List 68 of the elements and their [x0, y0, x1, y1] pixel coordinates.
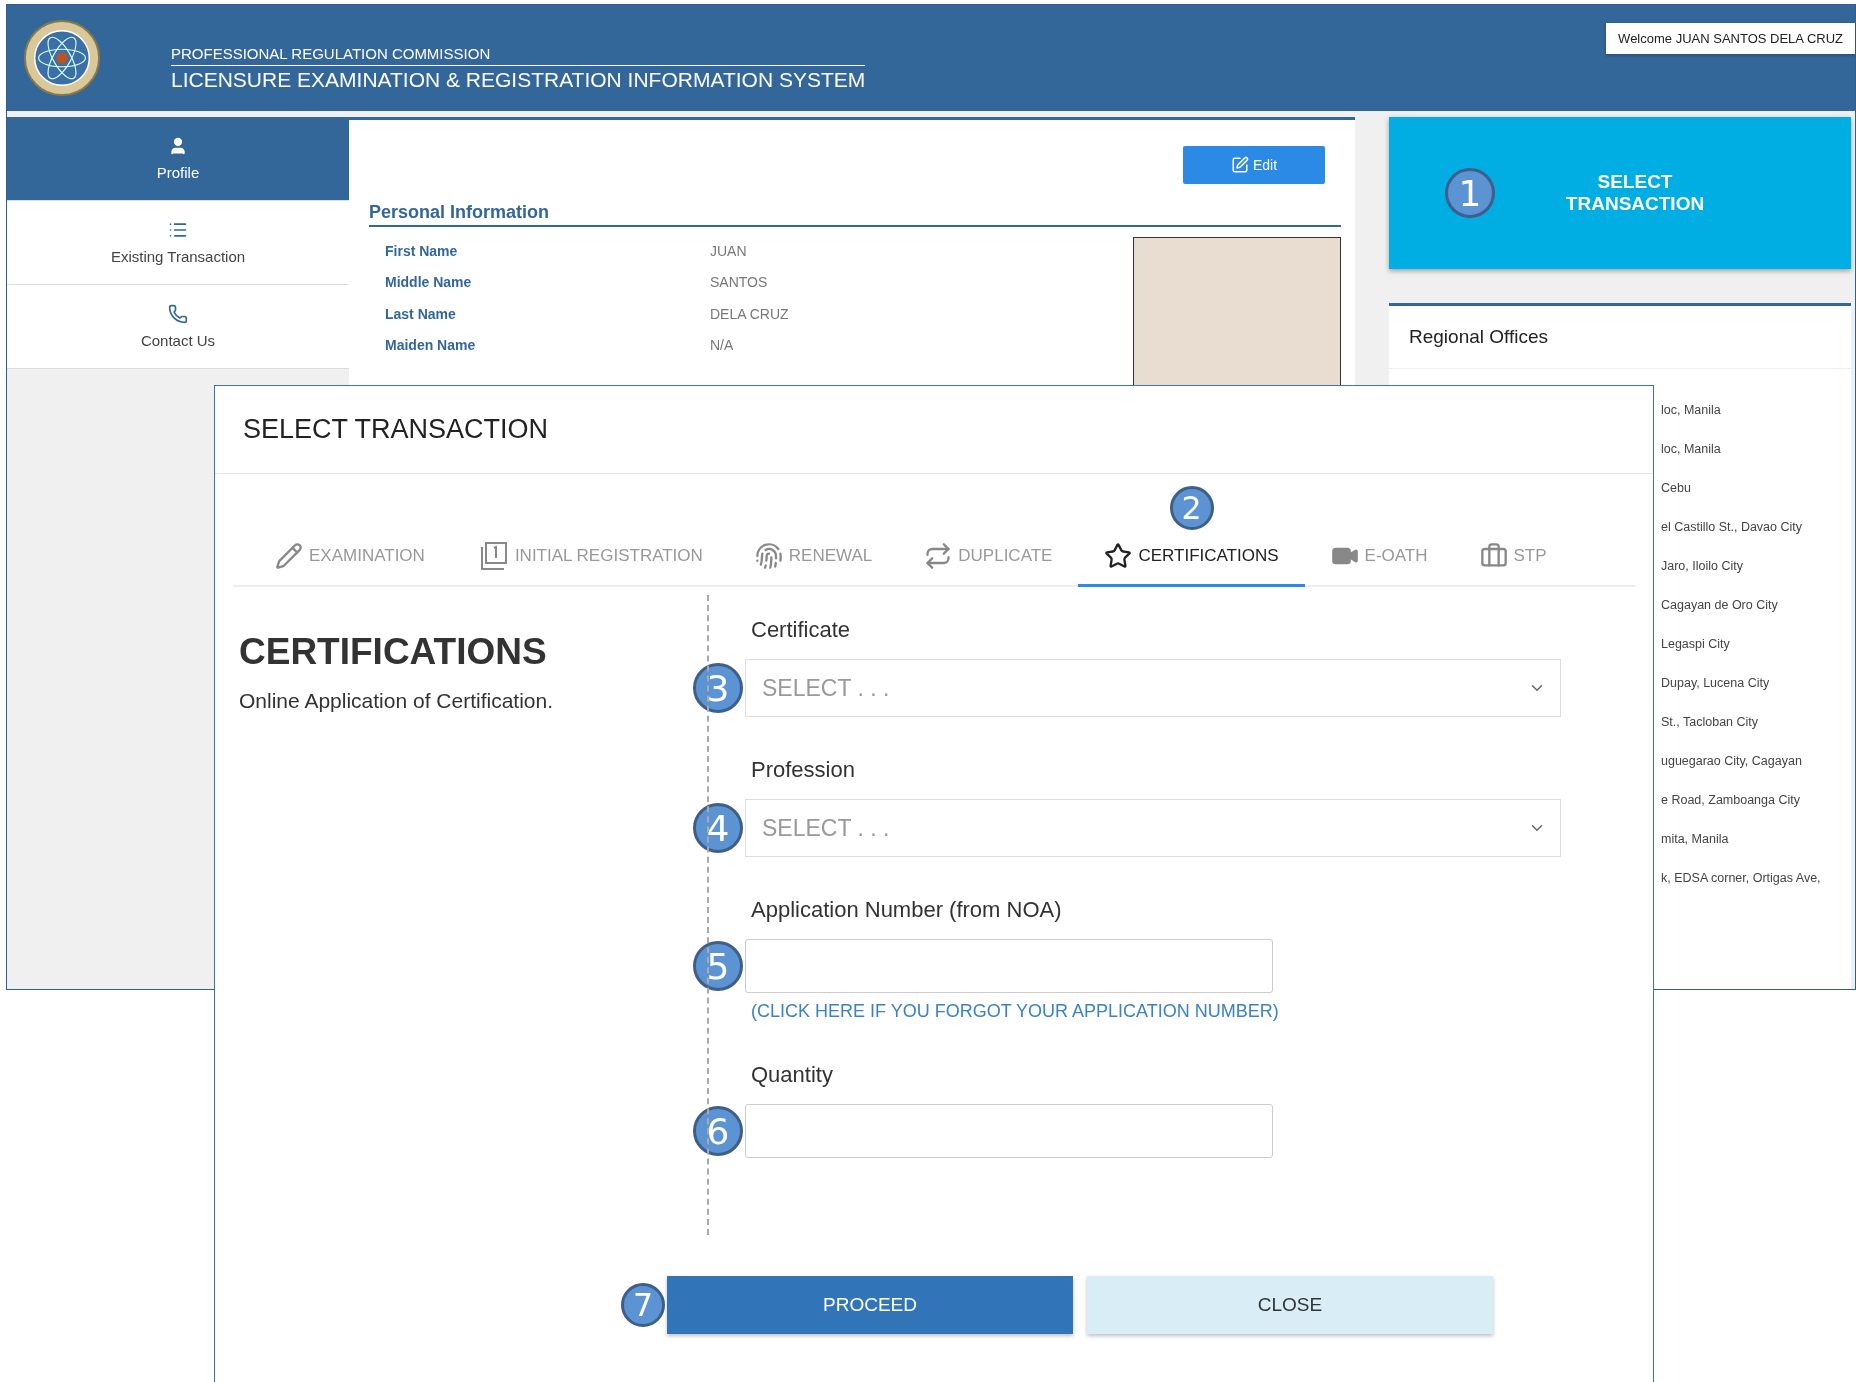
section-title: Personal Information [369, 202, 1341, 227]
form-label: Application Number (from NOA) [751, 897, 1063, 923]
step-marker: 6 [693, 1106, 743, 1156]
step-marker: 3 [693, 663, 743, 713]
office-address: el Castillo St., Davao City [1661, 520, 1804, 534]
field-value: JUAN [710, 242, 748, 259]
form-label: Quantity [751, 1062, 834, 1088]
tab[interactable]: E-OATH [1304, 532, 1454, 587]
office-address: Cebu [1661, 481, 1692, 495]
panel-title: Regional Offices [1389, 306, 1851, 369]
section-subtitle: Online Application of Certification. [239, 689, 554, 713]
select-field[interactable]: SELECT . . . [745, 659, 1561, 717]
tab[interactable]: STP [1453, 532, 1573, 587]
edit-button[interactable]: Edit [1183, 146, 1325, 184]
tab[interactable]: INITIAL REGISTRATION [450, 532, 729, 587]
field-value: DELA CRUZ [710, 305, 790, 322]
step-marker: 4 [693, 803, 743, 853]
section-heading: CERTIFICATIONS [239, 631, 548, 673]
select-transaction-tile[interactable]: 1 SELECT TRANSACTION [1389, 117, 1851, 269]
welcome-label: Welcome JUAN SANTOS DELA CRUZ [1606, 23, 1855, 54]
tab[interactable]: DUPLICATE [898, 532, 1079, 587]
close-button[interactable]: CLOSE [1087, 1276, 1493, 1334]
step-marker: 5 [693, 941, 743, 991]
input-field[interactable] [745, 939, 1273, 993]
office-address: loc, Manila [1661, 442, 1722, 456]
repeat-icon [924, 542, 953, 570]
tab[interactable]: EXAMINATION [249, 532, 451, 587]
office-address: Legaspi City [1661, 637, 1731, 651]
field-label: Last Name [385, 305, 457, 322]
modal-title: SELECT TRANSACTION [215, 386, 1653, 474]
star-icon [1104, 542, 1133, 570]
field-value: SANTOS [710, 274, 769, 291]
office-address: St., Tacloban City [1661, 715, 1760, 729]
step-marker: 1 [1445, 168, 1495, 218]
office-address: Cagayan de Oro City [1661, 598, 1779, 612]
edit-icon [1230, 156, 1249, 174]
briefcase-icon [1479, 542, 1508, 570]
office-address: k, EDSA corner, Ortigas Ave, [1661, 871, 1822, 885]
fingerprint-icon [754, 542, 783, 570]
sidebar-item[interactable]: Contact Us [7, 285, 349, 369]
field-value: N/A [710, 337, 735, 354]
sidebar-item[interactable]: Existing Transaction [7, 201, 349, 285]
user-icon [168, 136, 188, 156]
system-title: LICENSURE EXAMINATION & REGISTRATION INFORMATION SYSTEM [171, 67, 866, 92]
select-field[interactable]: SELECT . . . [745, 799, 1561, 857]
input-field[interactable] [745, 1104, 1273, 1158]
field-label: Middle Name [385, 274, 473, 291]
office-address: uguegarao City, Cagayan [1661, 754, 1803, 768]
org-name: PROFESSIONAL REGULATION COMMISSION [171, 44, 866, 66]
office-address: loc, Manila [1661, 403, 1722, 417]
proceed-button[interactable]: PROCEED [667, 1276, 1073, 1334]
phone-icon [168, 304, 188, 324]
list-icon [168, 220, 188, 240]
tab[interactable]: RENEWAL [728, 532, 899, 587]
step-marker: 7 [621, 1283, 665, 1327]
pencil-icon [275, 542, 303, 570]
form-label: Profession [751, 757, 856, 783]
step-marker: 2 [1169, 486, 1214, 530]
tab[interactable]: CERTIFICATIONS [1078, 532, 1305, 587]
office-address: mita, Manila [1661, 832, 1730, 846]
form-label: Certificate [751, 617, 852, 643]
office-address: Jaro, Iloilo City [1661, 559, 1744, 573]
office-address: e Road, Zamboanga City [1661, 793, 1801, 807]
field-label: Maiden Name [385, 337, 477, 354]
office-address: Dupay, Lucena City [1661, 676, 1771, 690]
field-label: First Name [385, 242, 459, 259]
sidebar-item[interactable]: Profile [7, 117, 349, 201]
forgot-number-link[interactable]: (CLICK HERE IF YOU FORGOT YOUR APPLICATION NUMBER) [751, 1001, 1633, 1022]
